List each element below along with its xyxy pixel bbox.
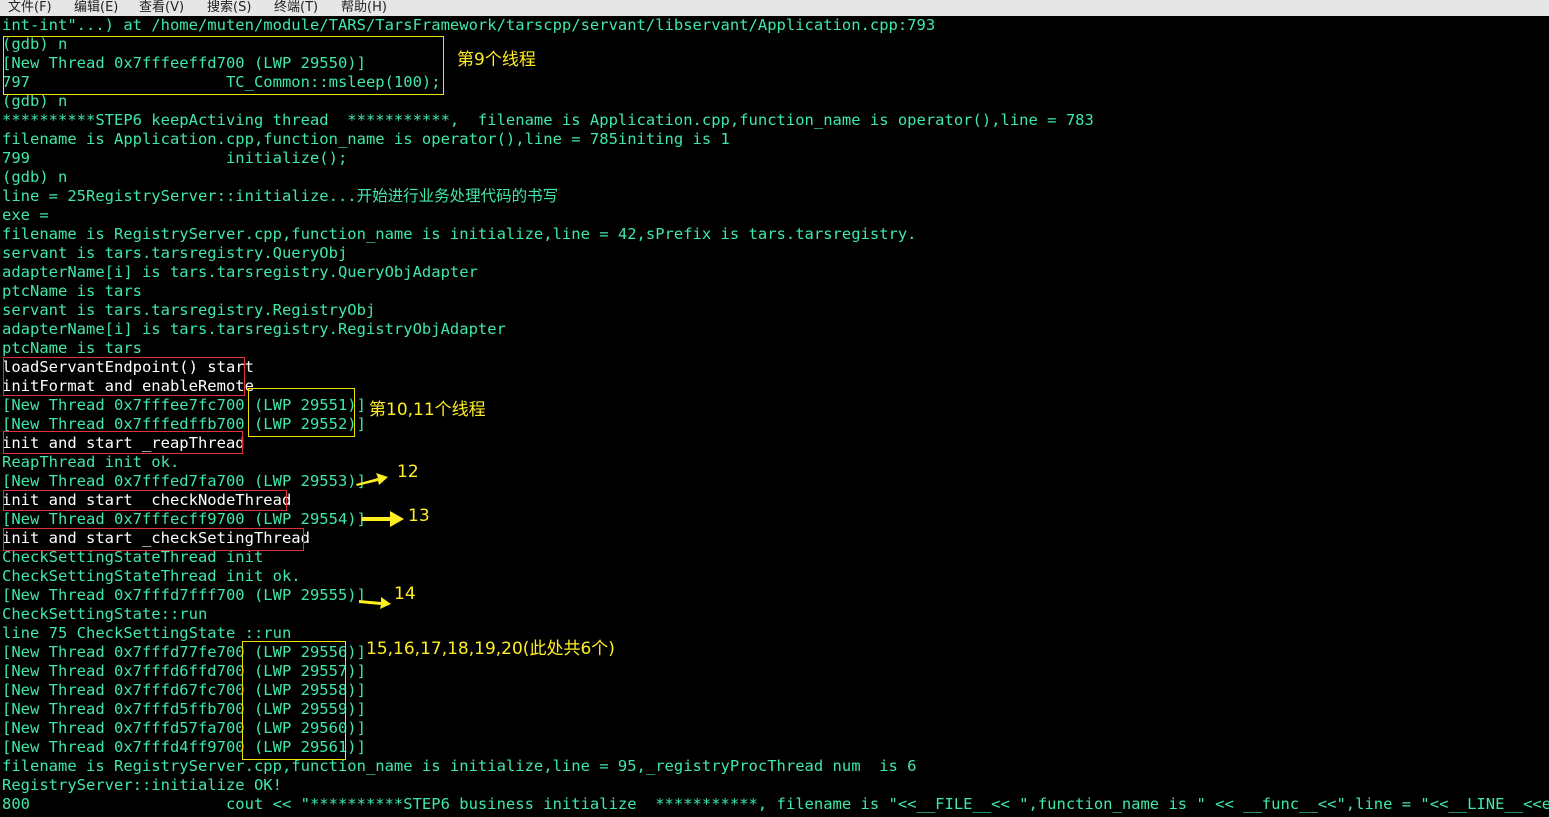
terminal-line: CheckSettingStateThread init [2,548,264,566]
terminal-line: (gdb) n [2,35,68,53]
terminal-line: [New Thread 0x7fffd57fa700 (LWP 29560)] [2,719,366,737]
terminal-line: 799 initialize(); [2,149,348,167]
annotation-thread-12: 12 [397,462,419,482]
terminal-line: int-int"...) at /home/muten/module/TARS/… [2,16,936,34]
annotation-thread-15-20: 15,16,17,18,19,20(此处共6个) [366,639,615,659]
terminal-line: (gdb) n [2,168,68,186]
menu-edit[interactable]: 编辑(E) [74,0,118,15]
annotation-thread-9: 第9个线程 [457,50,536,70]
terminal-line: [New Thread 0x7fffd67fc700 (LWP 29558)] [2,681,366,699]
terminal-line: [New Thread 0x7fffd6ffd700 (LWP 29557)] [2,662,366,680]
menu-view[interactable]: 查看(V) [139,0,184,15]
menu-search[interactable]: 搜索(S) [207,0,251,15]
terminal-line: 797 TC_Common::msleep(100); [2,73,441,91]
terminal-line: servant is tars.tarsregistry.QueryObj [2,244,348,262]
terminal-line: initFormat and enableRemote [2,377,254,395]
terminal-line: init and start checkNodeThread [2,491,292,509]
terminal-line: **********STEP6 keepActiving thread ****… [2,111,1094,129]
terminal-line: [New Thread 0x7fffed7fa700 (LWP 29553)] [2,472,366,490]
arrow-12-icon [356,473,388,486]
terminal-line: adapterName[i] is tars.tarsregistry.Regi… [2,320,506,338]
arrow-13-icon [362,511,404,527]
terminal-line: [New Thread 0x7fffeeffd700 (LWP 29550)] [2,54,366,72]
terminal-line: ptcName is tars [2,282,142,300]
terminal-line: [New Thread 0x7fffee7fc700 (LWP 29551)] [2,396,366,414]
annotation-thread-14: 14 [394,584,416,604]
terminal-line: adapterName[i] is tars.tarsregistry.Quer… [2,263,478,281]
terminal-line: loadServantEndpoint() start [2,358,254,376]
terminal-line: 800 cout << "**********STEP6 business in… [2,795,1549,813]
terminal-line: (gdb) n [2,92,68,110]
terminal-line: init and start _checkSetingThread [2,529,310,547]
annotation-thread-10-11: 第10,11个线程 [369,400,486,420]
terminal-line: RegistryServer::initialize OK! [2,776,282,794]
annotation-thread-13: 13 [408,506,430,526]
terminal-line: filename is RegistryServer.cpp,function_… [2,757,917,775]
terminal-line: line 75 CheckSettingState ::run [2,624,292,642]
terminal-line: [New Thread 0x7fffd5ffb700 (LWP 29559)] [2,700,366,718]
terminal-line: [New Thread 0x7fffd7fff700 (LWP 29555)] [2,586,366,604]
terminal-line: ptcName is tars [2,339,142,357]
terminal-line: [New Thread 0x7fffedffb700 (LWP 29552)] [2,415,366,433]
terminal-line: filename is RegistryServer.cpp,function_… [2,225,917,243]
terminal-line: [New Thread 0x7fffecff9700 (LWP 29554)] [2,510,366,528]
menu-file[interactable]: 文件(F) [8,0,52,15]
menu-help[interactable]: 帮助(H) [341,0,387,15]
terminal-line: line = 25RegistryServer::initialize...开始… [2,187,559,205]
menu-terminal[interactable]: 终端(T) [274,0,318,15]
terminal-line: exe = [2,206,49,224]
arrow-14-icon [359,597,391,609]
terminal-line: CheckSettingStateThread init ok. [2,567,301,585]
terminal-line: ReapThread init ok. [2,453,180,471]
terminal-line: init and start _reapThread [2,434,245,452]
menu-bar: 文件(F) 编辑(E) 查看(V) 搜索(S) 终端(T) 帮助(H) [0,0,1549,16]
terminal-line: filename is Application.cpp,function_nam… [2,130,730,148]
terminal-line: [New Thread 0x7fffd4ff9700 (LWP 29561)] [2,738,366,756]
terminal-line: servant is tars.tarsregistry.RegistryObj [2,301,376,319]
terminal-line: CheckSettingState::run [2,605,208,623]
terminal-line: [New Thread 0x7fffd77fe700 (LWP 29556)] [2,643,366,661]
